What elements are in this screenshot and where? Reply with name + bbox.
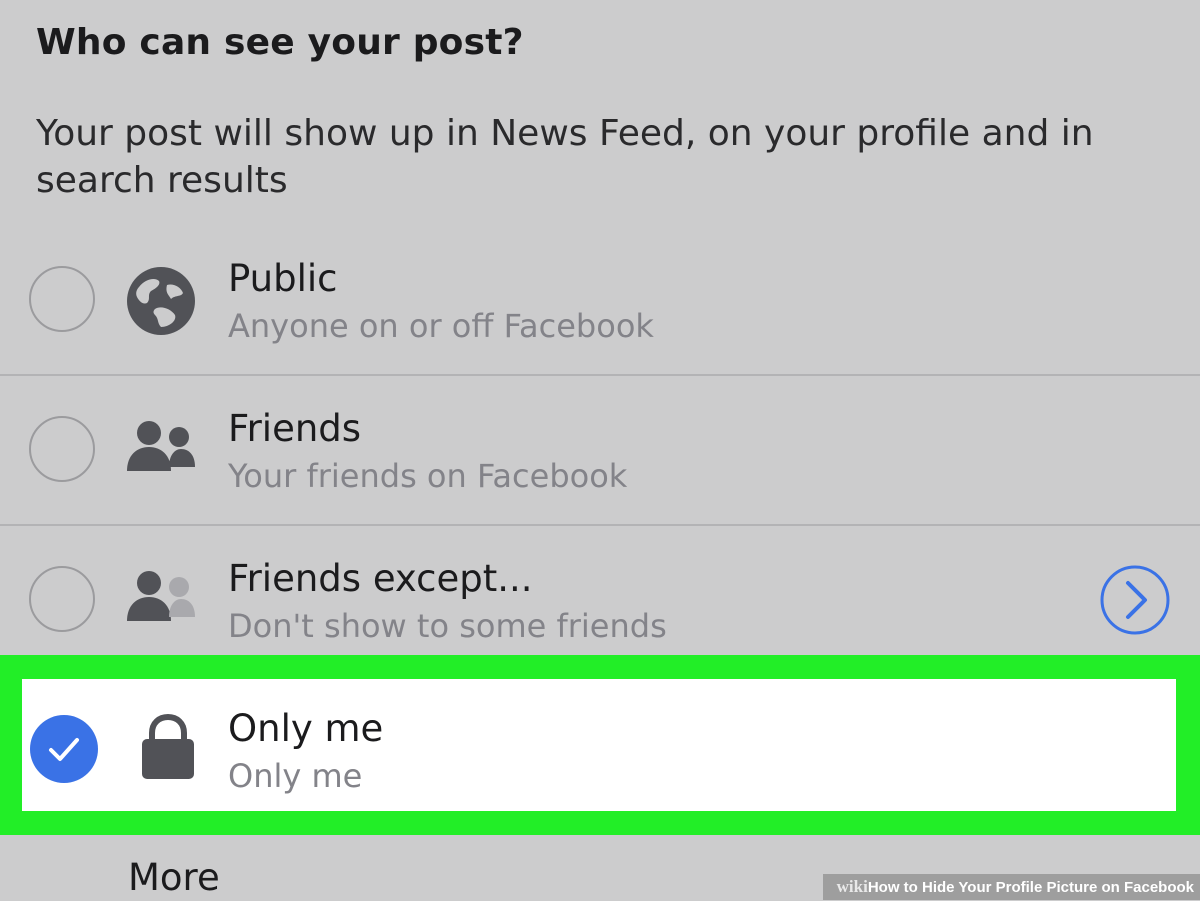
option-title: Friends except... [228,557,533,600]
option-subtitle: Your friends on Facebook [228,457,628,495]
lock-icon [132,709,204,781]
chevron-right-icon[interactable] [1100,565,1170,635]
globe-icon [125,265,197,337]
option-title: Public [228,257,338,300]
option-subtitle: Don't show to some friends [228,607,667,645]
friends-icon [125,415,197,487]
watermark: wikiHow to Hide Your Profile Picture on … [822,874,1200,900]
friends-except-icon [125,565,197,637]
page-title: Who can see your post? [36,22,524,63]
option-friends[interactable]: Friends Your friends on Facebook [0,375,1200,525]
checkmark-icon[interactable] [30,715,98,783]
option-friends-except[interactable]: Friends except... Don't show to some fri… [0,525,1200,675]
radio-unchecked[interactable] [29,566,95,632]
radio-unchecked[interactable] [29,266,95,332]
more-option[interactable]: More [128,856,220,899]
option-title: Only me [228,707,384,750]
option-public[interactable]: Public Anyone on or off Facebook [0,225,1200,375]
privacy-screen: Who can see your post? Your post will sh… [0,0,1200,900]
option-subtitle: Anyone on or off Facebook [228,307,654,345]
watermark-title: How to Hide Your Profile Picture on Face… [867,879,1194,896]
option-title: Friends [228,407,362,450]
watermark-brand: wiki [836,877,868,896]
page-description: Your post will show up in News Feed, on … [36,113,1094,201]
option-only-me[interactable]: Only me Only me [22,679,1176,811]
option-subtitle: Only me [228,757,363,795]
radio-unchecked[interactable] [29,416,95,482]
